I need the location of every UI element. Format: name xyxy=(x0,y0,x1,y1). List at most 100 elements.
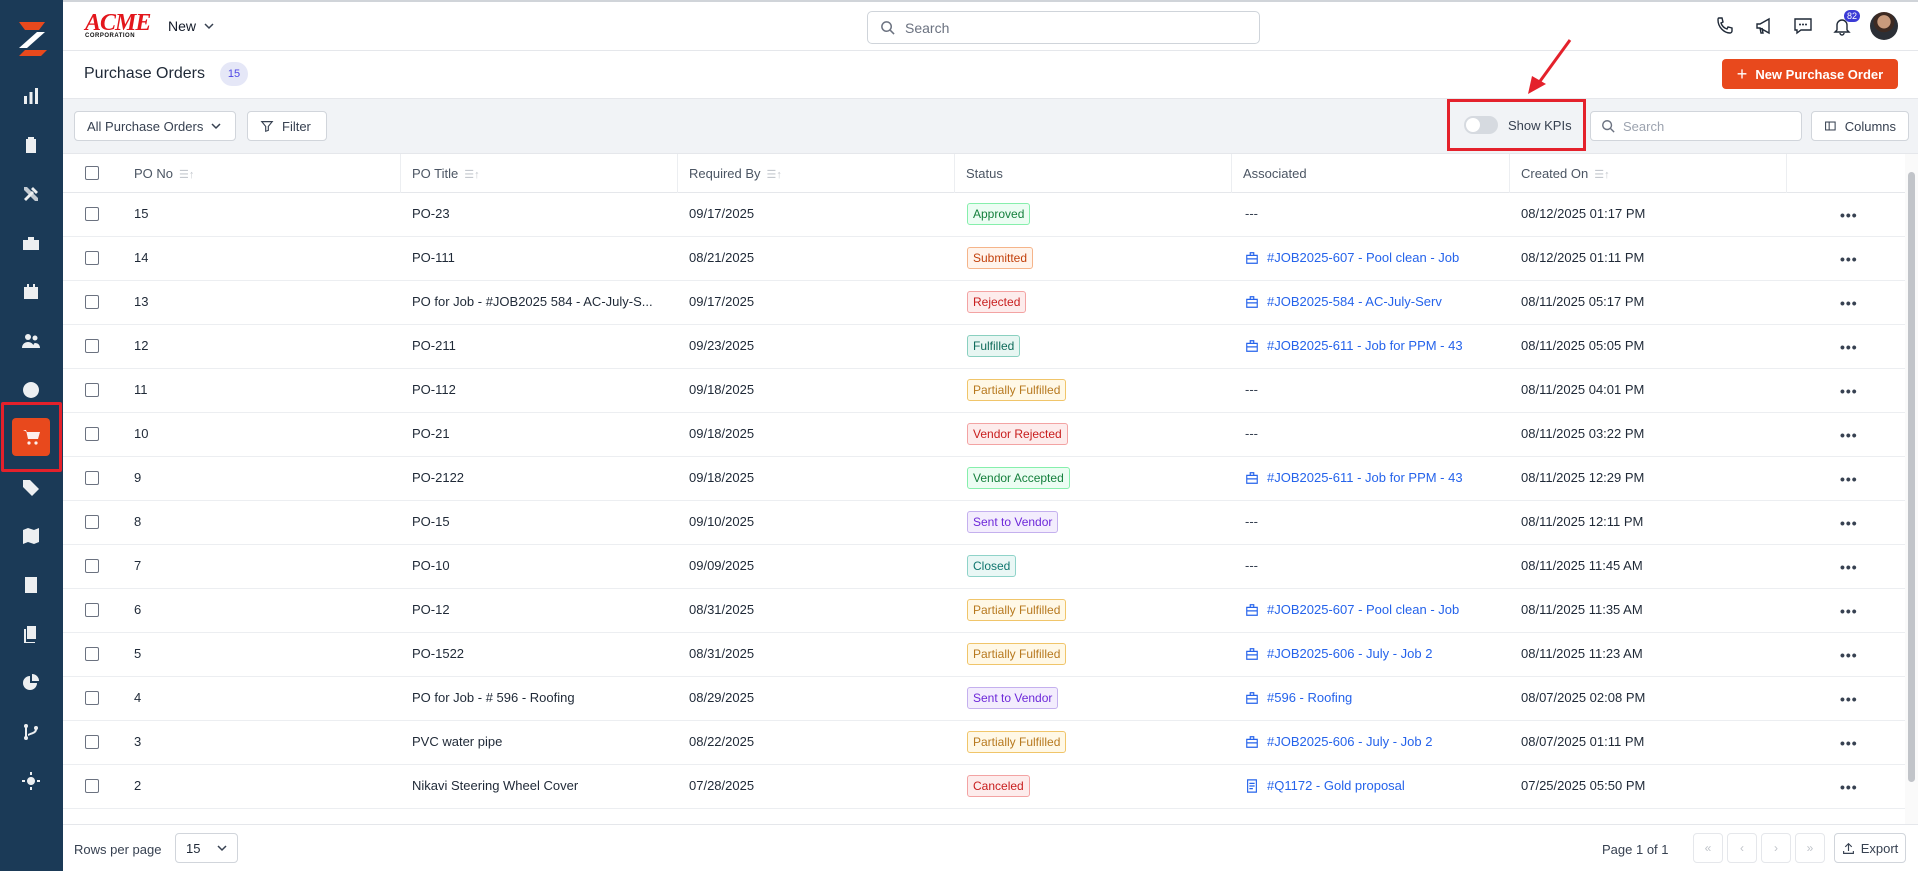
row-checkbox[interactable] xyxy=(85,647,99,661)
header-po-no[interactable]: PO No ☰↑ xyxy=(134,166,194,181)
table-row[interactable]: 7 PO-10 09/09/2025 Closed --- 08/11/2025 11:4… xyxy=(63,545,1905,589)
table-search-input[interactable]: Search xyxy=(1590,111,1802,141)
row-checkbox[interactable] xyxy=(85,691,99,705)
table-row[interactable]: 3 PVC water pipe 08/22/2025 Partially Fulfi… xyxy=(63,721,1905,765)
vertical-scrollbar[interactable] xyxy=(1905,154,1918,824)
po-number[interactable]: 13 xyxy=(134,294,148,309)
row-actions-menu-icon[interactable]: ••• xyxy=(1840,207,1858,223)
po-title[interactable]: PO-12 xyxy=(412,602,450,617)
new-purchase-order-button[interactable]: + New Purchase Order xyxy=(1722,59,1898,89)
row-checkbox[interactable] xyxy=(85,515,99,529)
chat-icon[interactable] xyxy=(1792,15,1814,37)
row-checkbox[interactable] xyxy=(85,603,99,617)
associated-link[interactable]: #JOB2025-607 - Pool clean - Job xyxy=(1245,250,1465,265)
sort-icon[interactable]: ☰↑ xyxy=(767,168,782,181)
po-number[interactable]: 9 xyxy=(134,470,141,485)
row-checkbox[interactable] xyxy=(85,251,99,265)
po-title[interactable]: PO-15 xyxy=(412,514,450,529)
row-actions-menu-icon[interactable]: ••• xyxy=(1840,251,1858,267)
associated-link[interactable]: #JOB2025-607 - Pool clean - Job xyxy=(1245,602,1465,617)
po-number[interactable]: 7 xyxy=(134,558,141,573)
next-page-button[interactable]: › xyxy=(1761,833,1791,863)
megaphone-icon[interactable] xyxy=(1753,15,1775,37)
row-checkbox[interactable] xyxy=(85,559,99,573)
sort-icon[interactable]: ☰↑ xyxy=(1594,168,1609,181)
po-number[interactable]: 11 xyxy=(134,382,148,397)
row-actions-menu-icon[interactable]: ••• xyxy=(1840,779,1858,795)
scroll-thumb[interactable] xyxy=(1908,172,1915,782)
po-number[interactable]: 4 xyxy=(134,690,141,705)
sidebar-item-customers[interactable] xyxy=(12,322,50,360)
view-select[interactable]: All Purchase Orders xyxy=(74,111,236,141)
table-row[interactable]: 4 PO for Job - # 596 - Roofing 08/29/2025 S… xyxy=(63,677,1905,721)
row-checkbox[interactable] xyxy=(85,735,99,749)
export-button[interactable]: Export xyxy=(1834,833,1906,863)
row-actions-menu-icon[interactable]: ••• xyxy=(1840,339,1858,355)
row-actions-menu-icon[interactable]: ••• xyxy=(1840,471,1858,487)
associated-link[interactable]: #JOB2025-611 - Job for PPM - 43 xyxy=(1245,338,1465,353)
filter-button[interactable]: Filter xyxy=(247,111,327,141)
sidebar-item-jobs[interactable] xyxy=(12,224,50,262)
table-row[interactable]: 10 PO-21 09/18/2025 Vendor Rejected --- 08/11… xyxy=(63,413,1905,457)
app-logo-icon[interactable] xyxy=(11,18,51,58)
row-checkbox[interactable] xyxy=(85,207,99,221)
row-actions-menu-icon[interactable]: ••• xyxy=(1840,295,1858,311)
header-created-on[interactable]: Created On ☰↑ xyxy=(1521,166,1610,181)
header-po-title[interactable]: PO Title ☰↑ xyxy=(412,166,480,181)
row-actions-menu-icon[interactable]: ••• xyxy=(1840,735,1858,751)
row-actions-menu-icon[interactable]: ••• xyxy=(1840,559,1858,575)
table-row[interactable]: 9 PO-2122 09/18/2025 Vendor Accepted #JOB202… xyxy=(63,457,1905,501)
po-title[interactable]: PO-211 xyxy=(412,338,456,353)
table-row[interactable]: 2 Nikavi Steering Wheel Cover 07/28/2025 Ca… xyxy=(63,765,1905,809)
last-page-button[interactable]: » xyxy=(1795,833,1825,863)
sidebar-item-calendar[interactable] xyxy=(12,273,50,311)
show-kpis-toggle[interactable]: Show KPIs xyxy=(1447,99,1586,151)
po-title[interactable]: PO-112 xyxy=(412,382,456,397)
po-number[interactable]: 8 xyxy=(134,514,141,529)
row-checkbox[interactable] xyxy=(85,779,99,793)
table-row[interactable]: 14 PO-111 08/21/2025 Submitted #JOB2025-607 … xyxy=(63,237,1905,281)
row-checkbox[interactable] xyxy=(85,471,99,485)
new-menu-button[interactable]: New xyxy=(168,18,214,34)
user-avatar[interactable] xyxy=(1870,12,1898,40)
header-required-by[interactable]: Required By ☰↑ xyxy=(689,166,782,181)
row-actions-menu-icon[interactable]: ••• xyxy=(1840,515,1858,531)
rows-per-page-select[interactable]: 15 xyxy=(175,833,238,863)
row-actions-menu-icon[interactable]: ••• xyxy=(1840,647,1858,663)
phone-icon[interactable] xyxy=(1714,15,1736,37)
sidebar-item-pricing[interactable] xyxy=(12,468,50,506)
bell-icon[interactable]: 82 xyxy=(1831,10,1860,37)
first-page-button[interactable]: « xyxy=(1693,833,1723,863)
po-number[interactable]: 12 xyxy=(134,338,148,353)
associated-link[interactable]: #JOB2025-584 - AC-July-Serv xyxy=(1245,294,1465,309)
row-checkbox[interactable] xyxy=(85,427,99,441)
table-row[interactable]: 13 PO for Job - #JOB2025 584 - AC-July-S.… xyxy=(63,281,1905,325)
po-title[interactable]: PO-10 xyxy=(412,558,450,573)
row-checkbox[interactable] xyxy=(85,339,99,353)
associated-link[interactable]: #JOB2025-606 - July - Job 2 xyxy=(1245,646,1465,661)
global-search-input[interactable]: Search xyxy=(867,11,1260,44)
sidebar-item-reports[interactable] xyxy=(12,77,50,115)
table-row[interactable]: 6 PO-12 08/31/2025 Partially Fulfilled #JOB2… xyxy=(63,589,1905,633)
po-number[interactable]: 15 xyxy=(134,206,148,221)
po-number[interactable]: 5 xyxy=(134,646,141,661)
po-title[interactable]: PO for Job - # 596 - Roofing xyxy=(412,690,575,705)
po-title[interactable]: PO-21 xyxy=(412,426,450,441)
sidebar-item-tasks[interactable] xyxy=(12,126,50,164)
po-title[interactable]: PO-2122 xyxy=(412,470,464,485)
kpi-toggle-switch[interactable] xyxy=(1464,116,1498,134)
po-number[interactable]: 6 xyxy=(134,602,141,617)
row-actions-menu-icon[interactable]: ••• xyxy=(1840,383,1858,399)
header-status[interactable]: Status xyxy=(966,166,1003,181)
sidebar-item-workflows[interactable] xyxy=(12,713,50,751)
row-actions-menu-icon[interactable]: ••• xyxy=(1840,603,1858,619)
sidebar-item-map[interactable] xyxy=(12,517,50,555)
row-checkbox[interactable] xyxy=(85,383,99,397)
sidebar-item-settings[interactable] xyxy=(12,762,50,800)
header-associated[interactable]: Associated xyxy=(1243,166,1307,181)
associated-link[interactable]: #JOB2025-606 - July - Job 2 xyxy=(1245,734,1465,749)
po-title[interactable]: PO-1522 xyxy=(412,646,464,661)
columns-button[interactable]: Columns xyxy=(1811,111,1909,141)
po-title[interactable]: PO-111 xyxy=(412,250,455,265)
po-number[interactable]: 14 xyxy=(134,250,148,265)
